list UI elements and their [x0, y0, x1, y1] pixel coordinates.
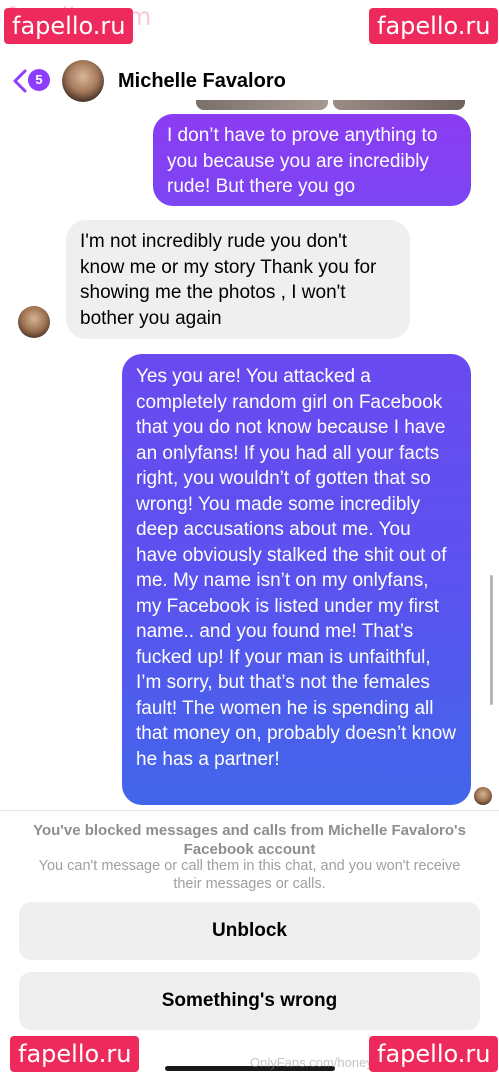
contact-name[interactable]: Michelle Favaloro — [118, 70, 286, 93]
incoming-message[interactable]: I'm not incredibly rude you don't know m… — [66, 220, 410, 339]
blocked-notice-description: You can't message or call them in this c… — [38, 858, 461, 892]
unblock-button[interactable]: Unblock — [19, 902, 480, 960]
back-button[interactable]: 5 — [12, 66, 52, 96]
outgoing-message[interactable]: Yes you are! You attacked a completely r… — [122, 354, 471, 805]
outgoing-message[interactable]: I don’t have to prove anything to you be… — [153, 114, 471, 206]
something-wrong-button[interactable]: Something's wrong — [19, 972, 480, 1030]
scrollbar[interactable] — [490, 575, 493, 705]
watermark: fapello.ru — [369, 8, 499, 44]
read-receipt-avatar — [474, 787, 492, 805]
watermark: fapello.ru — [10, 1036, 140, 1072]
divider — [0, 810, 499, 811]
shared-photo-thumbnail[interactable] — [333, 100, 465, 110]
watermark: fapello.ru — [369, 1036, 499, 1072]
unread-count-badge: 5 — [28, 69, 50, 91]
sender-avatar — [18, 306, 50, 338]
contact-avatar[interactable] — [62, 60, 104, 102]
blocked-notice-title: You've blocked messages and calls from M… — [33, 822, 466, 858]
shared-photo-thumbnail[interactable] — [196, 100, 328, 110]
back-chevron-icon — [13, 69, 27, 93]
watermark: fapello.ru — [4, 8, 134, 44]
